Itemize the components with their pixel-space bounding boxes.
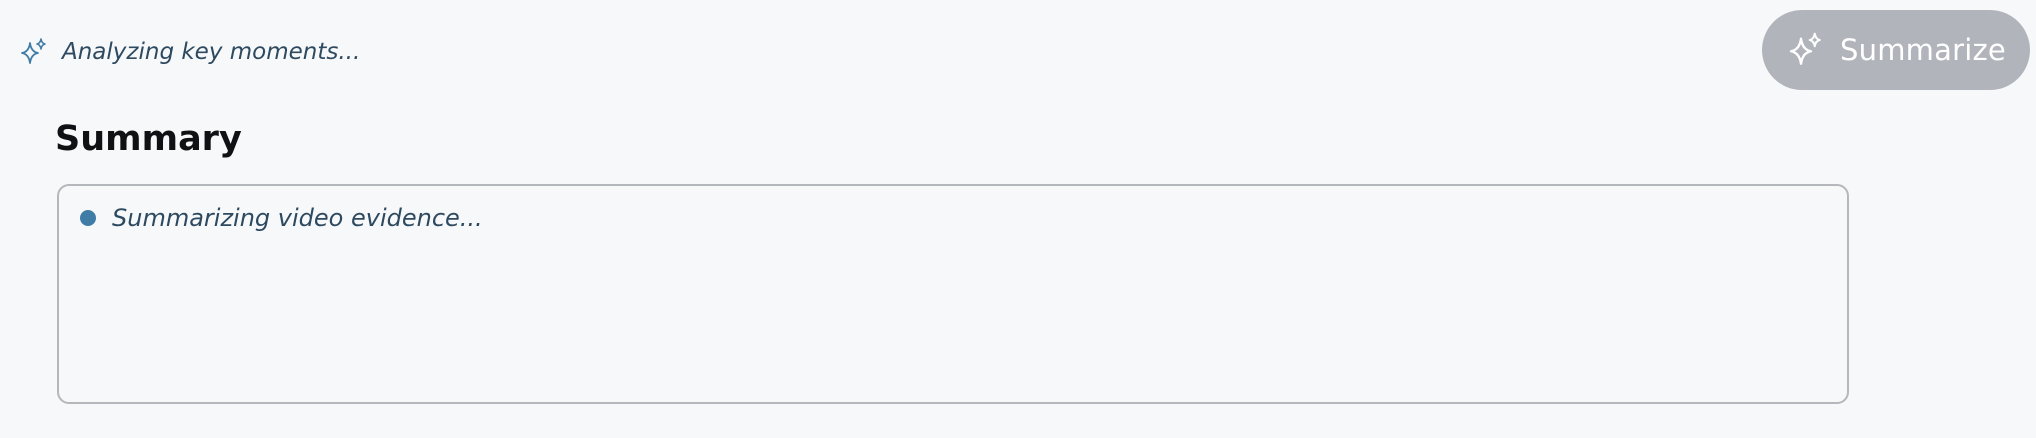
summarize-button[interactable]: Summarize	[1762, 10, 2030, 90]
summary-panel: Summarizing video evidence...	[57, 184, 1849, 404]
analysis-status-text: Analyzing key moments...	[62, 39, 361, 65]
sparkles-icon	[21, 38, 46, 64]
analysis-status: Analyzing key moments...	[18, 34, 360, 70]
summary-heading: Summary	[55, 119, 242, 159]
sparkles-icon	[1789, 32, 1821, 65]
summary-list-item: Summarizing video evidence...	[80, 204, 483, 232]
summarize-button-label: Summarize	[1840, 33, 2006, 67]
summary-placeholder-text: Summarizing video evidence...	[112, 204, 483, 232]
bullet-dot-icon	[80, 210, 96, 226]
